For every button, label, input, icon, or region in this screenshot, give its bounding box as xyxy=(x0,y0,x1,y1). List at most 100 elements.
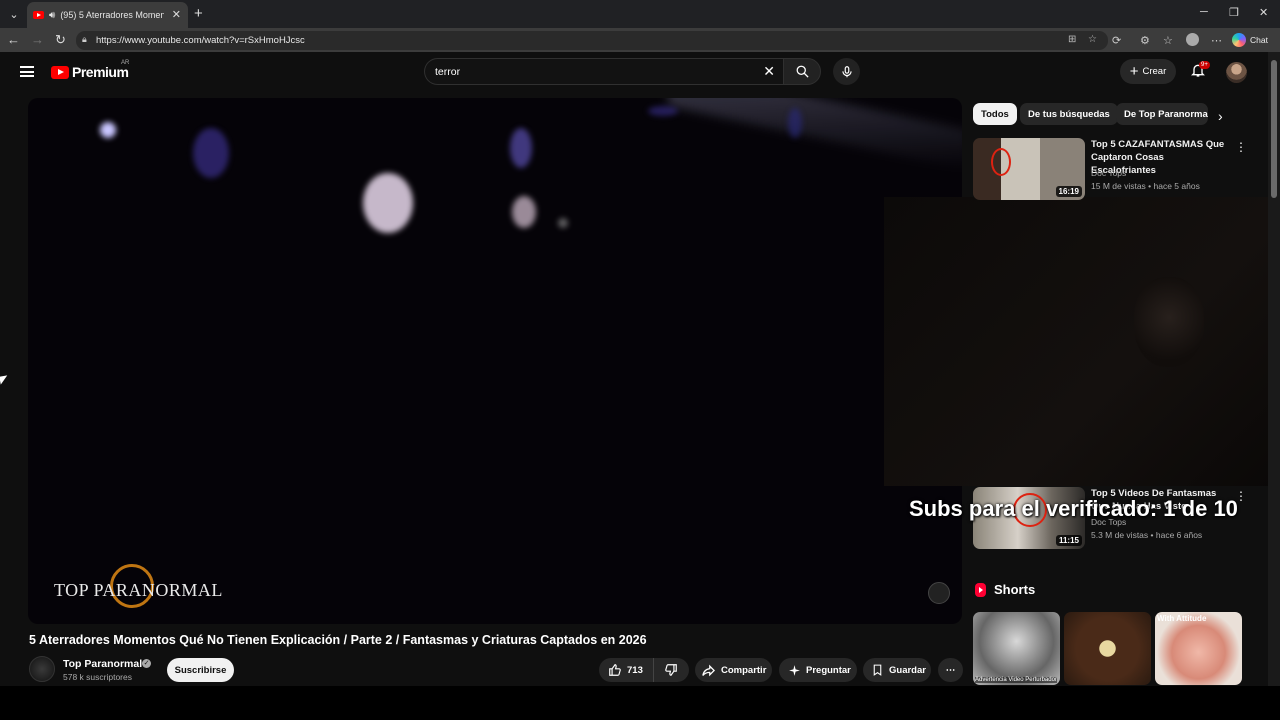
youtube-favicon-icon xyxy=(33,11,44,19)
thumbs-down-icon xyxy=(665,664,677,676)
window-close-icon[interactable]: ✕ xyxy=(1259,6,1268,19)
video-meta: 15 M de vistas • hace 5 años xyxy=(1091,181,1200,191)
restore-icon[interactable]: ❐ xyxy=(1229,6,1239,19)
menu-icon[interactable] xyxy=(20,66,34,77)
like-button[interactable]: 713 xyxy=(608,658,654,682)
search-input[interactable]: terror ✕ xyxy=(424,58,783,85)
light-spot xyxy=(193,128,229,178)
short-overlay-text: With Attitude xyxy=(1157,614,1207,623)
more-actions-icon[interactable]: ⋮ xyxy=(1235,140,1247,154)
minimize-icon[interactable]: ─ xyxy=(1200,6,1208,18)
clear-search-icon[interactable]: ✕ xyxy=(763,63,775,80)
chip-de-tus-busquedas[interactable]: De tus búsquedas xyxy=(1020,103,1118,125)
page-scrollbar[interactable] xyxy=(1268,52,1280,686)
search-button[interactable] xyxy=(783,58,821,85)
subscribe-button[interactable]: Suscribirse xyxy=(167,658,234,682)
reload-icon[interactable]: ↻ xyxy=(55,32,66,48)
browser-tab-active[interactable]: 🔊︎ (95) 5 Aterradores Momentos Qué No Ti… xyxy=(27,2,188,28)
tab-strip: ⌄ 🔊︎ (95) 5 Aterradores Momentos Qué No … xyxy=(0,0,1280,28)
notification-badge: 9+ xyxy=(1199,61,1210,69)
video-title: 5 Aterradores Momentos Qué No Tienen Exp… xyxy=(29,633,647,647)
light-spot xyxy=(512,196,536,228)
close-tab-icon[interactable]: ✕ xyxy=(172,8,181,21)
forward-icon[interactable]: → xyxy=(31,32,44,47)
channel-name[interactable]: Doc Tops xyxy=(1091,168,1126,178)
light-beam xyxy=(668,98,962,170)
more-actions-button[interactable]: ⋯ xyxy=(938,658,963,682)
browser-window: ⌄ 🔊︎ (95) 5 Aterradores Momentos Qué No … xyxy=(0,0,1280,720)
split-screen-icon[interactable]: ⚙ xyxy=(1140,34,1150,47)
shorts-icon xyxy=(975,582,986,597)
save-button[interactable]: Guardar xyxy=(863,658,931,682)
create-button[interactable]: + Crear xyxy=(1120,59,1176,84)
search-icon xyxy=(796,65,809,78)
light-spot xyxy=(363,173,413,233)
short-thumbnail[interactable]: Advertencia Video Perturbador xyxy=(973,612,1060,685)
red-circle-highlight xyxy=(991,148,1011,176)
plus-icon: + xyxy=(1129,63,1139,80)
chip-de-top-paranormal[interactable]: De Top Paranormal xyxy=(1116,103,1208,125)
search-query: terror xyxy=(435,66,461,78)
bookmark-icon xyxy=(873,664,882,676)
site-info-icon[interactable]: 🔒︎ xyxy=(82,34,87,45)
ask-button[interactable]: Preguntar xyxy=(779,658,857,682)
light-spot xyxy=(100,122,116,138)
light-spot xyxy=(788,108,802,138)
account-avatar[interactable] xyxy=(1226,62,1247,83)
chevron-right-icon[interactable]: › xyxy=(1218,108,1223,124)
short-thumbnail[interactable]: With Attitude xyxy=(1155,612,1242,685)
like-count: 713 xyxy=(627,664,643,676)
copilot-chat-button[interactable]: Chat xyxy=(1232,31,1268,49)
thumbs-up-icon xyxy=(609,664,621,676)
tab-title: (95) 5 Aterradores Momentos Qué No Tiene… xyxy=(60,10,165,20)
channel-name[interactable]: Top Paranormal xyxy=(63,658,142,670)
share-icon xyxy=(702,664,716,676)
light-spot xyxy=(510,128,532,168)
chip-todos[interactable]: Todos xyxy=(973,103,1017,125)
tab-list-button[interactable]: ⌄ xyxy=(4,4,24,24)
channel-watermark: TOP PARANORMAL xyxy=(54,580,223,600)
channel-watermark-icon[interactable] xyxy=(928,582,950,604)
streamer-face xyxy=(1134,277,1204,367)
more-menu-icon[interactable]: ⋯ xyxy=(1211,34,1222,47)
logo-text: Premium xyxy=(72,64,129,80)
bottom-black-bar xyxy=(0,686,1280,720)
youtube-masthead: Premium AR terror ✕ + Crear 9+ xyxy=(0,52,1268,92)
profile-icon[interactable] xyxy=(1186,33,1199,46)
notifications-button[interactable]: 9+ xyxy=(1190,61,1210,83)
scrollbar-thumb[interactable] xyxy=(1271,60,1277,198)
url-text: https://www.youtube.com/watch?v=rSxHmoHJ… xyxy=(96,35,305,46)
short-overlay-text: Advertencia Video Perturbador xyxy=(975,677,1057,683)
new-tab-icon[interactable]: + xyxy=(194,5,203,22)
share-label: Compartir xyxy=(721,664,767,676)
youtube-logo-icon xyxy=(51,65,69,79)
stream-caption-overlay: Subs para el verificado: 1 de 10 xyxy=(909,496,1238,521)
app-available-icon[interactable]: ⊞ xyxy=(1068,34,1076,45)
light-spot xyxy=(648,106,678,116)
voice-search-button[interactable] xyxy=(833,58,860,85)
favorite-star-icon[interactable]: ☆ xyxy=(1088,34,1097,45)
shorts-title: Shorts xyxy=(994,582,1036,597)
short-thumbnail[interactable] xyxy=(1064,612,1151,685)
video-meta: 5.3 M de vistas • hace 6 años xyxy=(1091,530,1203,540)
video-thumbnail[interactable]: 16:19 xyxy=(973,138,1085,200)
light-spot xyxy=(558,218,568,228)
more-horizontal-icon: ⋯ xyxy=(945,664,956,676)
country-code: AR xyxy=(121,60,130,66)
share-button[interactable]: Compartir xyxy=(695,658,772,682)
address-bar[interactable]: 🔒︎ https://www.youtube.com/watch?v=rSxHm… xyxy=(76,31,1108,50)
youtube-premium-logo[interactable]: Premium AR xyxy=(51,60,129,80)
back-icon[interactable]: ← xyxy=(7,32,20,47)
video-duration: 11:15 xyxy=(1055,535,1082,546)
subscriber-count: 578 k suscriptores xyxy=(63,672,132,682)
recommended-video[interactable]: 16:19 Top 5 CAZAFANTASMAS Que Captaron C… xyxy=(973,138,1253,200)
speaker-icon[interactable]: 🔊︎ xyxy=(49,10,55,21)
channel-avatar[interactable] xyxy=(29,656,55,682)
dislike-button[interactable] xyxy=(654,663,683,677)
video-player[interactable]: TOP PARANORMAL xyxy=(28,98,962,624)
extensions-icon[interactable]: ⟳ xyxy=(1112,34,1121,47)
favorites-icon[interactable]: ☆ xyxy=(1163,34,1173,47)
video-duration: 16:19 xyxy=(1055,186,1082,197)
navigation-bar: ← → ↻ 🔒︎ https://www.youtube.com/watch?v… xyxy=(0,28,1280,52)
sparkle-icon xyxy=(789,664,800,676)
